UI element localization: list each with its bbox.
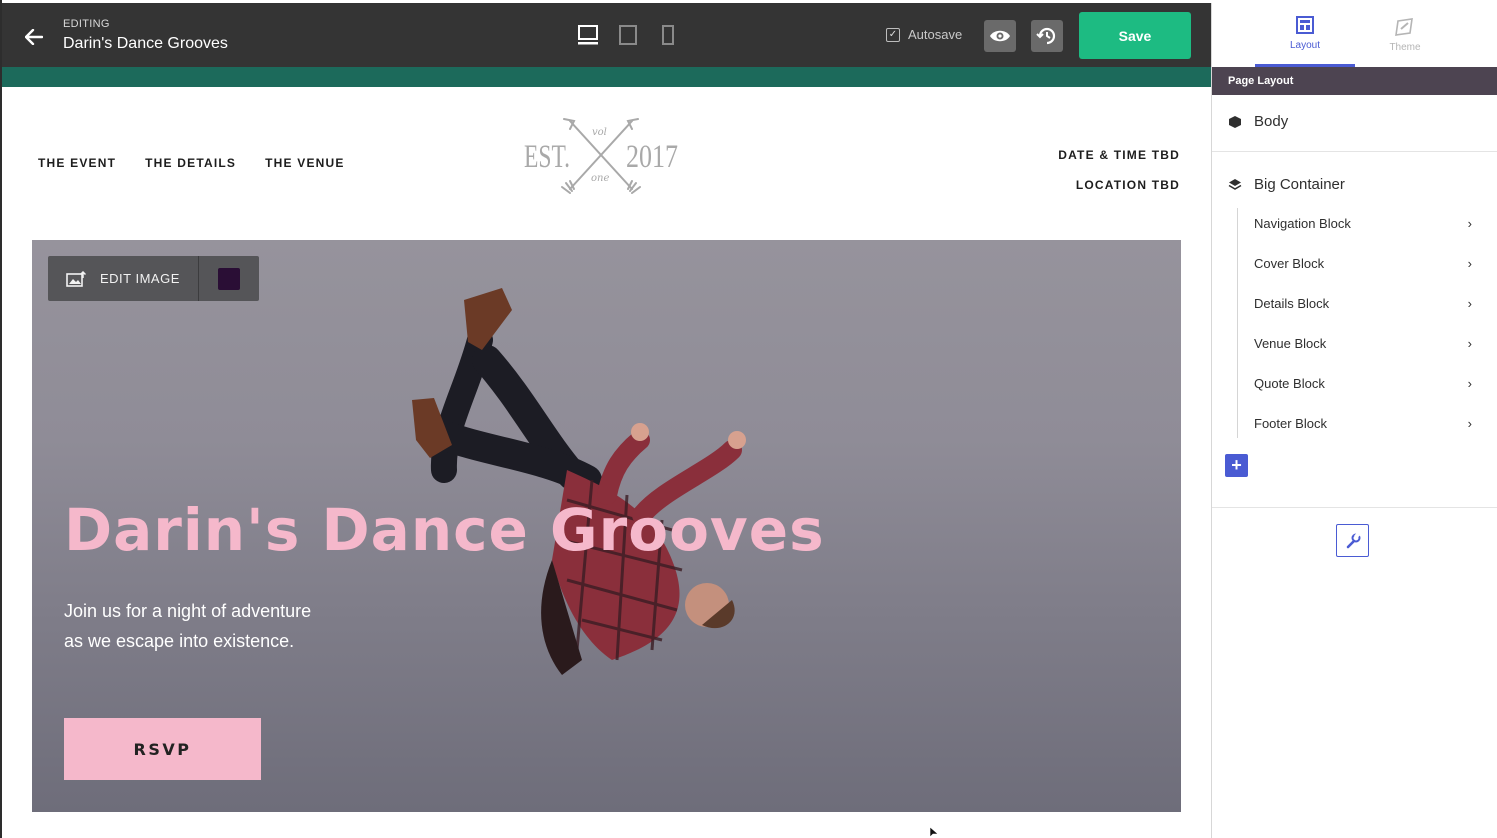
edit-image-label: EDIT IMAGE xyxy=(100,271,180,286)
back-button[interactable] xyxy=(20,23,48,51)
editor-topbar: EDITING Darin's Dance Grooves ✓ Autosave xyxy=(2,3,1211,67)
preview-button[interactable] xyxy=(984,20,1016,52)
tree-item-body[interactable]: Body xyxy=(1228,113,1288,130)
tab-layout[interactable]: Layout xyxy=(1255,3,1355,67)
tree-item-body-label: Body xyxy=(1254,113,1289,130)
color-swatch xyxy=(217,267,240,290)
panel-tabs: Layout Theme xyxy=(1212,3,1497,67)
block-label: Navigation Block xyxy=(1254,216,1351,231)
block-label: Quote Block xyxy=(1254,376,1325,391)
tab-layout-label: Layout xyxy=(1289,40,1321,51)
settings-wrench-button[interactable] xyxy=(1336,524,1369,557)
desktop-icon xyxy=(578,25,598,45)
checkbox-checked-icon[interactable]: ✓ xyxy=(886,27,900,42)
tree-item-footer-block[interactable]: Footer Block › xyxy=(1254,416,1472,431)
layout-icon xyxy=(1296,16,1314,34)
event-info: DATE & TIME TBD LOCATION TBD xyxy=(1058,140,1180,200)
desktop-view-button[interactable] xyxy=(577,23,599,47)
tree-item-cover-block[interactable]: Cover Block › xyxy=(1254,256,1472,271)
nav-link-the-event[interactable]: THE EVENT xyxy=(38,156,116,170)
logo-top-script: vol xyxy=(592,127,607,138)
left-window-border xyxy=(0,0,2,838)
layout-panel: Layout Theme Page Layout Body Big Contai… xyxy=(1211,3,1497,838)
mouse-cursor-icon xyxy=(929,827,939,838)
edit-image-button[interactable]: EDIT IMAGE xyxy=(48,256,198,301)
chevron-right-icon: › xyxy=(1467,416,1472,431)
rsvp-button[interactable]: RSVP xyxy=(64,718,261,780)
panel-divider xyxy=(1212,507,1497,508)
mobile-view-button[interactable] xyxy=(657,23,679,47)
chevron-right-icon: › xyxy=(1467,296,1472,311)
block-label: Cover Block xyxy=(1254,256,1325,271)
tab-theme[interactable]: Theme xyxy=(1355,3,1455,67)
tree-divider xyxy=(1212,151,1497,152)
tab-theme-label: Theme xyxy=(1389,41,1421,53)
nav-link-the-venue[interactable]: THE VENUE xyxy=(265,156,344,170)
tree-item-details-block[interactable]: Details Block › xyxy=(1254,296,1472,311)
page-layout-header: Page Layout xyxy=(1212,67,1497,95)
wrench-icon xyxy=(1346,532,1360,548)
logo-est-text: EST. xyxy=(524,139,570,175)
block-label: Footer Block xyxy=(1254,416,1327,431)
save-button[interactable]: Save xyxy=(1079,12,1191,59)
tablet-icon xyxy=(619,25,637,45)
document-title: Darin's Dance Grooves xyxy=(63,35,228,52)
theme-icon xyxy=(1395,17,1413,36)
eye-icon xyxy=(990,30,1010,42)
arrow-left-icon xyxy=(25,29,43,45)
block-label: Details Block xyxy=(1254,296,1330,311)
site-logo[interactable]: EST. 2017 vol one xyxy=(520,113,684,197)
device-switcher xyxy=(577,23,679,47)
plus-icon: + xyxy=(1231,455,1242,475)
autosave-toggle[interactable]: ✓ Autosave xyxy=(886,27,962,42)
chevron-right-icon: › xyxy=(1467,336,1472,351)
site-top-strip xyxy=(2,67,1211,87)
tree-item-quote-block[interactable]: Quote Block › xyxy=(1254,376,1472,391)
cover-subtitle-line1: Join us for a night of adventure xyxy=(64,601,312,621)
image-upload-icon xyxy=(66,270,86,287)
tablet-view-button[interactable] xyxy=(617,23,639,47)
tree-item-big-container[interactable]: Big Container xyxy=(1228,176,1345,193)
add-block-button[interactable]: + xyxy=(1225,454,1248,477)
tree-guide-line xyxy=(1237,208,1238,438)
chevron-right-icon: › xyxy=(1467,256,1472,271)
chevron-right-icon: › xyxy=(1467,376,1472,391)
nav-link-the-details[interactable]: THE DETAILS xyxy=(145,156,236,170)
chevron-right-icon: › xyxy=(1467,216,1472,231)
history-icon xyxy=(1036,27,1056,45)
tree-item-navigation-block[interactable]: Navigation Block › xyxy=(1254,216,1472,231)
mobile-icon xyxy=(662,25,674,45)
tree-item-venue-block[interactable]: Venue Block › xyxy=(1254,336,1472,351)
history-button[interactable] xyxy=(1031,20,1063,52)
autosave-label: Autosave xyxy=(908,27,963,42)
editing-label: EDITING xyxy=(63,18,110,30)
cover-title[interactable]: Darin's Dance Grooves xyxy=(64,496,825,564)
logo-year-text: 2017 xyxy=(626,139,678,175)
layers-icon xyxy=(1228,178,1242,190)
overlay-color-button[interactable] xyxy=(199,256,259,301)
hexagon-icon xyxy=(1229,115,1241,128)
cover-block[interactable]: EDIT IMAGE Darin's Dance Grooves Join us… xyxy=(32,240,1181,812)
tree-item-big-container-label: Big Container xyxy=(1254,176,1345,193)
logo-bottom-script: one xyxy=(591,173,609,184)
date-time-text: DATE & TIME TBD xyxy=(1058,148,1180,162)
cover-subtitle-line2: as we escape into existence. xyxy=(64,631,295,651)
block-label: Venue Block xyxy=(1254,336,1327,351)
site-navigation: THE EVENT THE DETAILS THE VENUE xyxy=(38,156,345,170)
location-text: LOCATION TBD xyxy=(1075,178,1180,192)
cover-subtitle[interactable]: Join us for a night of adventure as we e… xyxy=(64,596,364,656)
image-edit-toolbar: EDIT IMAGE xyxy=(48,256,259,301)
